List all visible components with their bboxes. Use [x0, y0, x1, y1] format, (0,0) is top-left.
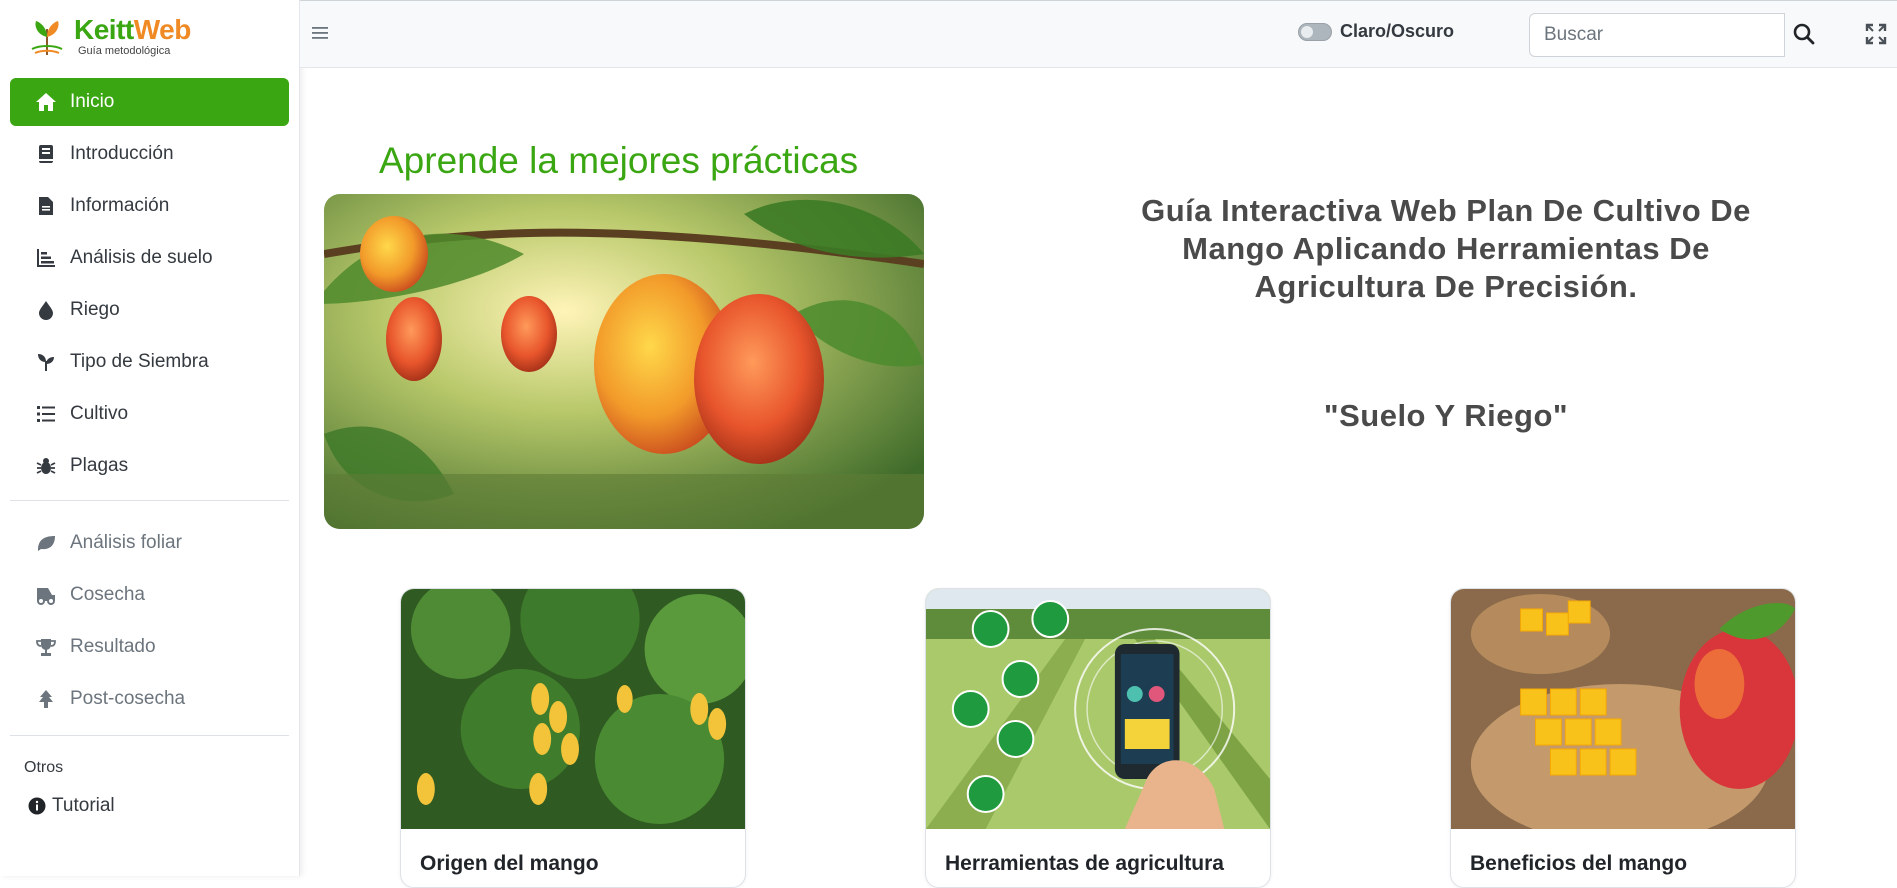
sidebar-divider: [10, 500, 289, 501]
sidebar-item-label: Inicio: [70, 91, 115, 112]
card-image: [401, 589, 745, 829]
sidebar-item-resultado[interactable]: Resultado: [10, 623, 289, 671]
others-section-label: Otros: [24, 759, 64, 776]
droplet-icon: [34, 298, 58, 322]
sidebar: KeittWeb Guía metodológica Inicio Introd…: [0, 0, 300, 876]
theme-toggle-label: Claro/Oscuro: [1340, 21, 1455, 41]
sidebar-item-analisis-suelo[interactable]: Análisis de suelo: [10, 234, 289, 282]
sidebar-item-label: Cultivo: [70, 403, 129, 424]
sidebar-divider: [10, 735, 289, 736]
card-origen-mango[interactable]: Origen del mango: [400, 588, 746, 888]
guide-title: Guía Interactiva Web Plan De Cultivo De …: [1141, 193, 1751, 304]
sidebar-item-label: Análisis foliar: [70, 532, 182, 553]
sidebar-item-label: Riego: [70, 299, 120, 320]
hamburger-menu-icon[interactable]: [310, 23, 330, 43]
card-herramientas-agricultura[interactable]: Herramientas de agricultura: [925, 588, 1271, 888]
main-content: Aprende la mejores prácticas Guía Intera…: [300, 68, 1897, 888]
primary-nav: Inicio Introducción Información Análisis…: [0, 78, 299, 490]
tractor-icon: [34, 583, 58, 607]
sidebar-item-tipo-siembra[interactable]: Tipo de Siembra: [10, 338, 289, 386]
hero-title: Aprende la mejores prácticas: [379, 140, 859, 181]
trophy-icon: [34, 635, 58, 659]
seedling-icon: [34, 350, 58, 374]
theme-toggle: Claro/Oscuro: [1298, 21, 1454, 42]
card-title: Herramientas de agricultura: [945, 852, 1224, 875]
card-beneficios-mango[interactable]: Beneficios del mango: [1450, 588, 1796, 888]
info-circle-icon: [28, 794, 46, 818]
brand-name-part1: Keitt: [74, 14, 134, 45]
logo-icon: [31, 21, 63, 55]
toggle-knob: [1301, 25, 1313, 38]
sidebar-item-label: Introducción: [70, 143, 174, 164]
chart-bar-icon: [34, 246, 58, 270]
card-title: Beneficios del mango: [1470, 852, 1688, 875]
card-image: [926, 589, 1270, 829]
brand-name: KeittWeb: [74, 15, 191, 45]
search-input[interactable]: [1529, 13, 1785, 57]
brand-name-part2: Web: [133, 14, 192, 45]
sidebar-item-label: Plagas: [70, 455, 129, 476]
fullscreen-icon[interactable]: [1865, 23, 1887, 45]
sidebar-item-inicio[interactable]: Inicio: [10, 78, 289, 126]
brand[interactable]: KeittWeb Guía metodológica: [0, 0, 299, 72]
card-image: [1451, 589, 1795, 844]
sidebar-item-label: Cosecha: [70, 584, 145, 605]
secondary-nav: Análisis foliar Cosecha Resultado Post-c…: [0, 519, 299, 723]
sidebar-item-riego[interactable]: Riego: [10, 286, 289, 334]
card-title: Origen del mango: [420, 852, 599, 875]
hero-mango-image: [324, 194, 924, 529]
sidebar-item-label: Tutorial: [52, 795, 115, 816]
sidebar-item-cosecha[interactable]: Cosecha: [10, 571, 289, 619]
guide-subtitle: "Suelo Y Riego": [1323, 398, 1569, 433]
theme-toggle-switch[interactable]: [1298, 22, 1332, 41]
home-icon: [34, 90, 58, 114]
search-icon[interactable]: [1789, 19, 1819, 49]
sidebar-item-informacion[interactable]: Información: [10, 182, 289, 230]
topbar: Claro/Oscuro: [300, 0, 1897, 68]
brand-subtitle: Guía metodológica: [78, 45, 171, 57]
leaf-icon: [34, 531, 58, 555]
sidebar-item-analisis-foliar[interactable]: Análisis foliar: [10, 519, 289, 567]
sidebar-item-label: Tipo de Siembra: [70, 351, 209, 372]
sidebar-item-label: Análisis de suelo: [70, 247, 213, 268]
sidebar-item-plagas[interactable]: Plagas: [10, 442, 289, 490]
sidebar-item-post-cosecha[interactable]: Post-cosecha: [10, 675, 289, 723]
sidebar-item-tutorial[interactable]: Tutorial: [10, 786, 289, 826]
sidebar-item-cultivo[interactable]: Cultivo: [10, 390, 289, 438]
list-icon: [34, 402, 58, 426]
sidebar-item-label: Post-cosecha: [70, 688, 186, 709]
others-nav: Tutorial: [0, 786, 299, 826]
sidebar-item-label: Información: [70, 195, 170, 216]
bug-icon: [34, 454, 58, 478]
book-icon: [34, 142, 58, 166]
file-icon: [34, 194, 58, 218]
sidebar-item-label: Resultado: [70, 636, 156, 657]
sidebar-item-introduccion[interactable]: Introducción: [10, 130, 289, 178]
tree-icon: [34, 687, 58, 711]
